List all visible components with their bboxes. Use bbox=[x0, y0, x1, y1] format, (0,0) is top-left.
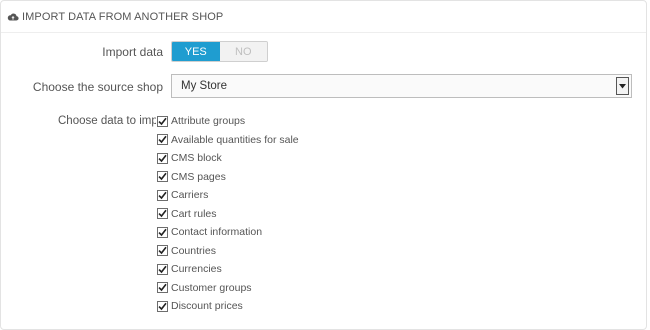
panel-heading: IMPORT DATA FROM ANOTHER SHOP bbox=[1, 1, 646, 33]
checklist-item-label: Attribute groups bbox=[171, 115, 246, 127]
checklist-item[interactable]: CMS block bbox=[157, 151, 222, 165]
checklist-item-label: Discount prices bbox=[171, 300, 243, 312]
import-no-option[interactable]: NO bbox=[219, 42, 267, 61]
checkbox[interactable] bbox=[157, 189, 168, 201]
checkbox[interactable] bbox=[157, 245, 168, 256]
checklist-item[interactable]: Cart rules bbox=[157, 207, 217, 221]
checklist-item-label: CMS pages bbox=[171, 170, 226, 183]
checklist-item[interactable]: Currencies bbox=[157, 262, 222, 276]
checklist-item[interactable]: Countries bbox=[157, 244, 216, 258]
checkmark-icon bbox=[158, 172, 167, 181]
checkbox[interactable] bbox=[157, 171, 168, 182]
checklist-item-label: Contact information bbox=[171, 226, 263, 238]
checklist-item[interactable]: Discount prices bbox=[157, 299, 243, 313]
checkbox[interactable] bbox=[157, 226, 168, 238]
import-data-label: Import data bbox=[102, 45, 163, 59]
checklist-item[interactable]: Customer groups bbox=[157, 281, 252, 295]
checkbox[interactable] bbox=[157, 282, 168, 293]
checklist-item[interactable]: Available quantities for sale bbox=[157, 133, 299, 147]
checklist-item-label: CMS block bbox=[171, 152, 222, 164]
checkmark-icon bbox=[158, 265, 167, 273]
checkmark-icon bbox=[158, 283, 167, 292]
source-shop-value: My Store bbox=[181, 80, 228, 92]
panel-title: IMPORT DATA FROM ANOTHER SHOP bbox=[22, 10, 224, 23]
checklist-item-label: Available quantities for sale bbox=[171, 133, 299, 146]
source-shop-label: Choose the source shop bbox=[32, 80, 163, 94]
checklist-item-label: Countries bbox=[171, 244, 216, 257]
checkmark-icon bbox=[158, 209, 167, 218]
checkmark-icon bbox=[158, 246, 167, 255]
checkbox[interactable] bbox=[157, 115, 168, 127]
checkbox[interactable] bbox=[157, 134, 168, 145]
checkbox[interactable] bbox=[157, 263, 168, 275]
checklist-item[interactable]: Contact information bbox=[157, 225, 262, 239]
dropdown-arrow-icon[interactable] bbox=[616, 77, 629, 95]
checklist-item[interactable]: Attribute groups bbox=[157, 114, 245, 128]
checklist-item-label: Currencies bbox=[171, 263, 222, 275]
choose-data-label: Choose data to impo bbox=[58, 115, 156, 127]
import-yes-option[interactable]: YES bbox=[172, 42, 220, 61]
checkmark-icon bbox=[158, 191, 167, 199]
cloud-upload-icon bbox=[7, 11, 19, 23]
checklist-item[interactable]: Carriers bbox=[157, 188, 208, 202]
checkmark-icon bbox=[158, 154, 167, 162]
checklist-item-label: Cart rules bbox=[171, 207, 217, 220]
checkbox[interactable] bbox=[157, 152, 168, 164]
source-shop-select[interactable]: My Store bbox=[171, 74, 632, 98]
checkmark-icon bbox=[158, 117, 167, 125]
checklist-item-label: Carriers bbox=[171, 189, 209, 201]
checkbox[interactable] bbox=[157, 208, 168, 219]
checklist-item-label: Customer groups bbox=[171, 281, 252, 294]
import-data-switch[interactable]: YES NO bbox=[171, 41, 268, 62]
checklist-item[interactable]: CMS pages bbox=[157, 170, 226, 184]
checkbox[interactable] bbox=[157, 300, 168, 312]
checkmark-icon bbox=[158, 135, 167, 144]
checkmark-icon bbox=[158, 302, 167, 310]
checkmark-icon bbox=[158, 228, 167, 236]
